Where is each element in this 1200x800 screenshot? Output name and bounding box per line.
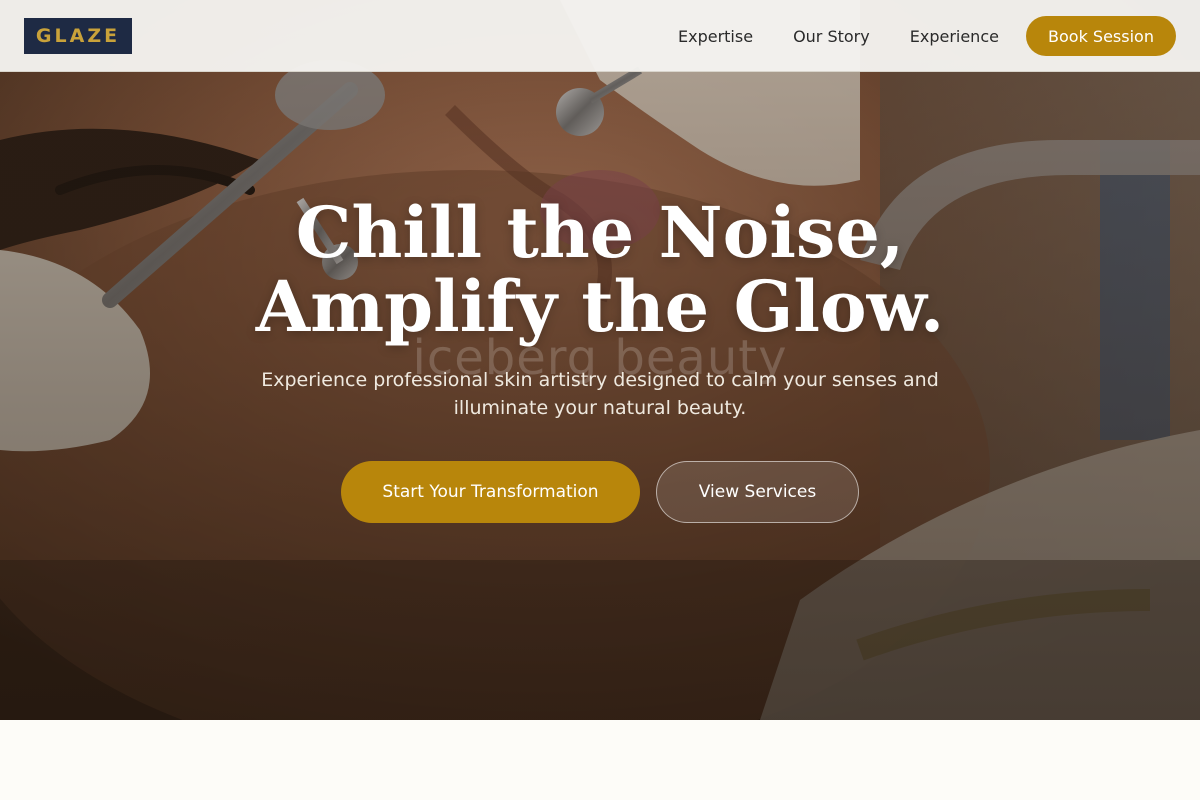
- next-section: [0, 720, 1200, 800]
- book-session-button[interactable]: Book Session: [1026, 16, 1176, 56]
- headline-line-1: Chill the Noise,: [295, 191, 905, 274]
- headline-line-2: Amplify the Glow.: [255, 265, 945, 348]
- top-navbar: GLAZE Expertise Our Story Experience Boo…: [0, 0, 1200, 72]
- logo-text: GLAZE: [35, 25, 121, 47]
- brand-logo[interactable]: GLAZE: [24, 18, 132, 54]
- nav-links: Expertise Our Story Experience: [678, 0, 999, 72]
- nav-link-our-story[interactable]: Our Story: [793, 27, 870, 46]
- start-transformation-button[interactable]: Start Your Transformation: [341, 461, 640, 523]
- hero-section: iceberg beauty Chill the Noise, Amplify …: [0, 0, 1200, 720]
- nav-link-experience[interactable]: Experience: [910, 27, 999, 46]
- hero-subtext: Experience professional skin artistry de…: [261, 369, 939, 419]
- hero-headline: Chill the Noise, Amplify the Glow.: [0, 196, 1200, 344]
- nav-link-expertise[interactable]: Expertise: [678, 27, 753, 46]
- view-services-button[interactable]: View Services: [656, 461, 859, 523]
